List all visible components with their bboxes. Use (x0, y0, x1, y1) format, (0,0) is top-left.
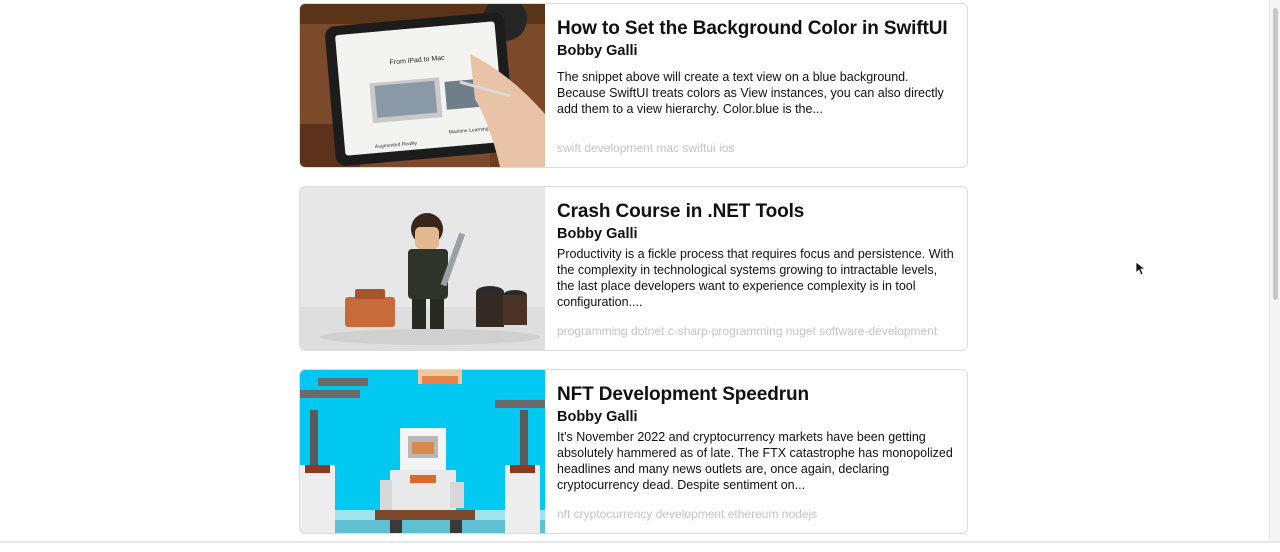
post-body: NFT Development Speedrun Bobby Galli It’… (545, 370, 967, 533)
post-thumbnail[interactable]: From iPad to Mac Augmented Reality Machi… (300, 4, 545, 167)
post-card[interactable]: From iPad to Mac Augmented Reality Machi… (299, 3, 968, 168)
post-card[interactable]: Crash Course in .NET Tools Bobby Galli P… (299, 186, 968, 351)
post-card[interactable]: NFT Development Speedrun Bobby Galli It’… (299, 369, 968, 534)
post-thumbnail[interactable] (300, 187, 545, 350)
ipad-photo-image: From iPad to Mac Augmented Reality Machi… (300, 4, 545, 167)
post-excerpt: It’s November 2022 and cryptocurrency ma… (557, 430, 953, 492)
post-title[interactable]: How to Set the Background Color in Swift… (557, 18, 955, 40)
vertical-scrollbar[interactable] (1269, 0, 1280, 543)
post-tags: programming dotnet c-sharp-programming n… (557, 324, 938, 338)
scrollbar-thumb[interactable] (1273, 8, 1278, 300)
post-excerpt: Productivity is a fickle process that re… (557, 247, 954, 309)
post-author: Bobby Galli (557, 409, 638, 425)
post-author: Bobby Galli (557, 43, 638, 59)
post-body: How to Set the Background Color in Swift… (545, 4, 967, 167)
post-feed: From iPad to Mac Augmented Reality Machi… (299, 3, 968, 552)
lego-mechanic-image (300, 187, 545, 350)
post-excerpt: The snippet above will create a text vie… (557, 70, 944, 116)
post-author: Bobby Galli (557, 226, 638, 242)
post-title[interactable]: NFT Development Speedrun (557, 384, 955, 406)
pixel-art-astronaut-image (300, 370, 545, 533)
post-thumbnail[interactable] (300, 370, 545, 533)
post-tags: swift development mac swiftui ios (557, 141, 735, 155)
mouse-pointer-icon (1136, 262, 1146, 276)
post-tags: nft cryptocurrency development ethereum … (557, 507, 818, 521)
post-body: Crash Course in .NET Tools Bobby Galli P… (545, 187, 967, 350)
post-title[interactable]: Crash Course in .NET Tools (557, 201, 955, 223)
